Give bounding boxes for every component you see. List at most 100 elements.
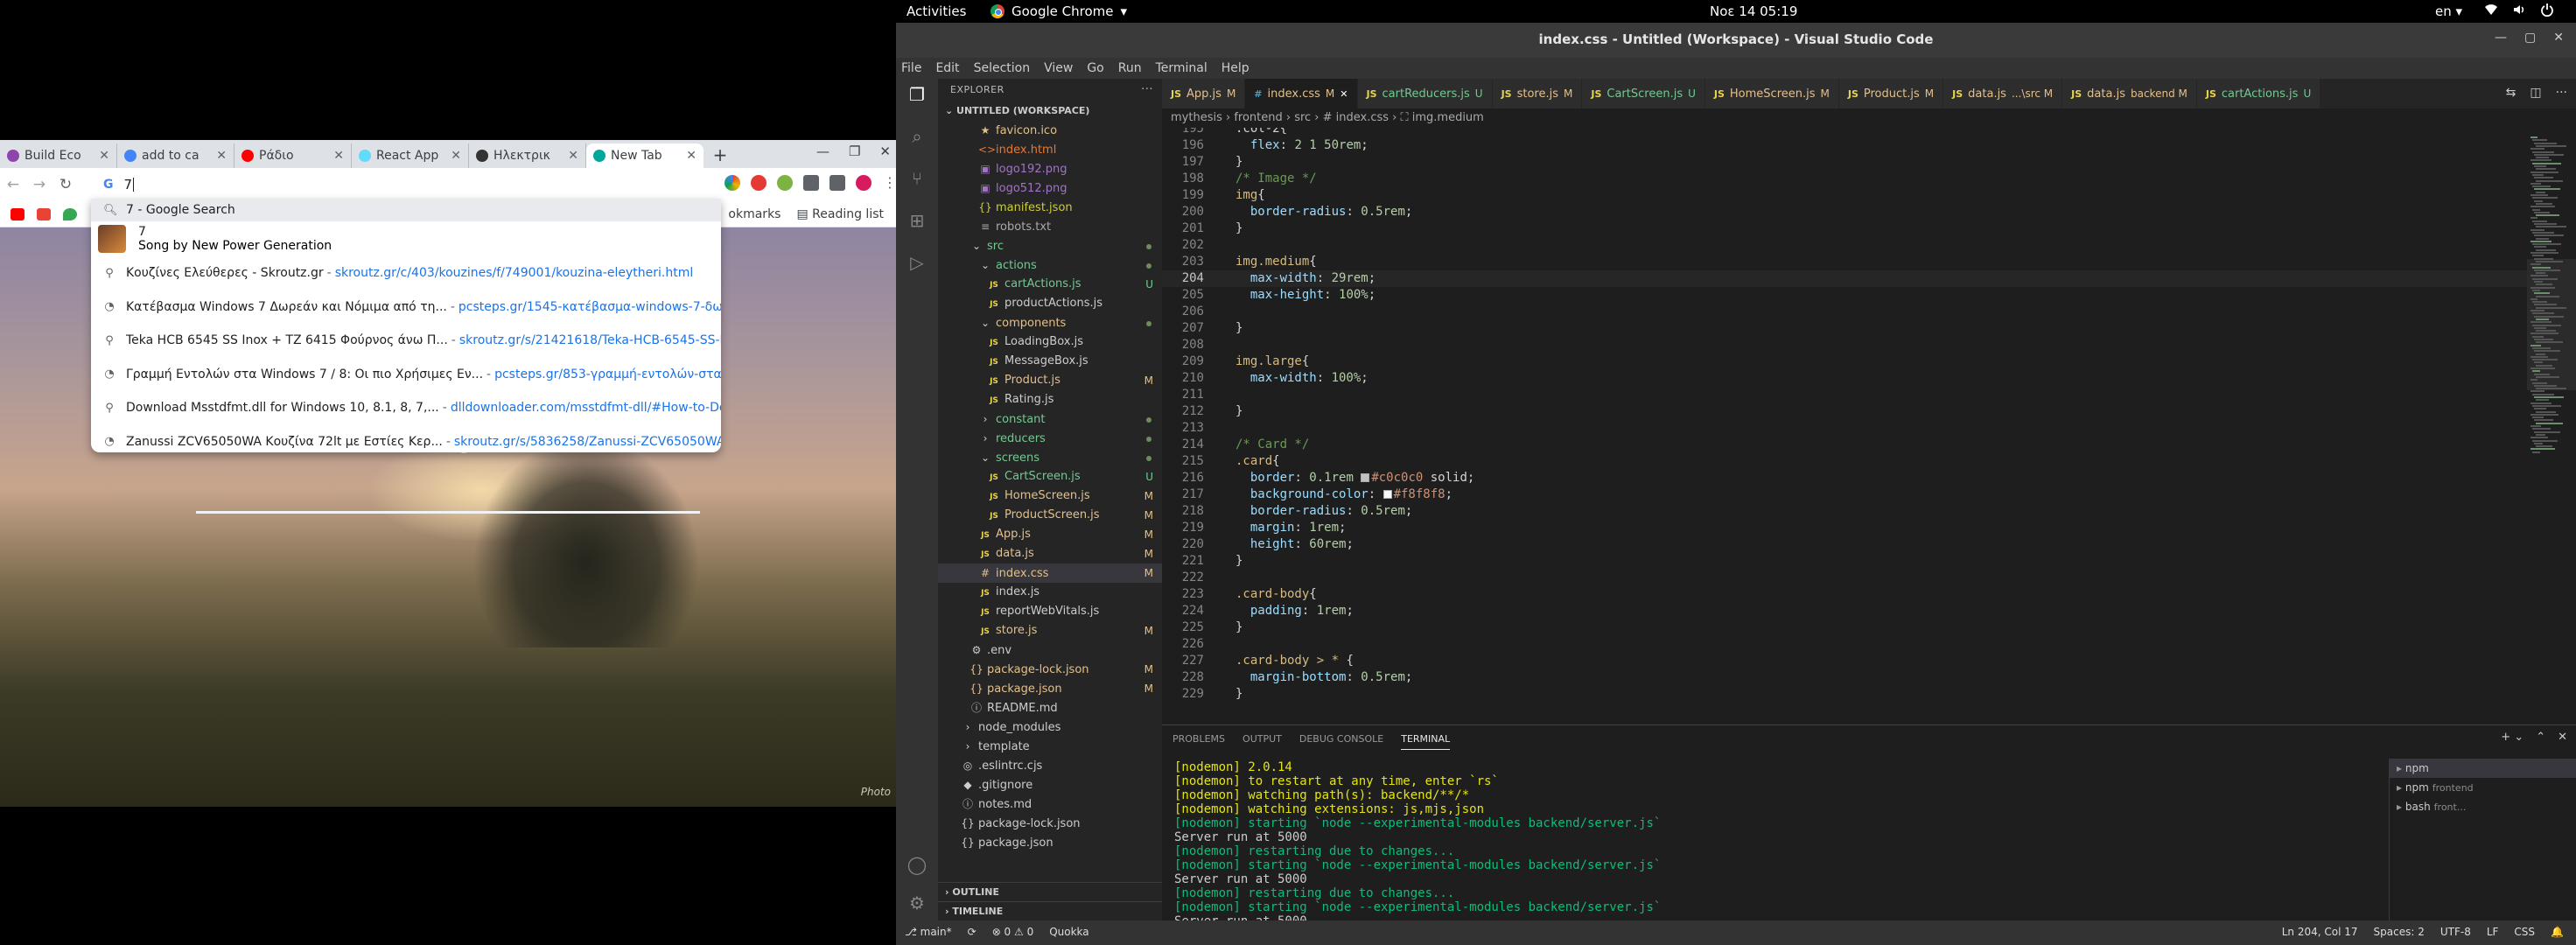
search-icon[interactable]: ⌕ xyxy=(906,126,928,147)
file-item[interactable]: {} package.json xyxy=(938,833,1162,852)
file-item[interactable]: JS Product.js M xyxy=(938,371,1162,390)
browser-tab[interactable]: Build Eco ✕ xyxy=(0,144,117,168)
file-item[interactable]: ◆ .gitignore xyxy=(938,775,1162,794)
file-item[interactable]: ★ favicon.ico xyxy=(938,121,1162,140)
suggestion-song[interactable]: 7 Song by New Power Generation xyxy=(91,221,721,256)
status-item[interactable]: UTF-8 xyxy=(2440,926,2471,938)
panel-tab-problems[interactable]: PROBLEMS xyxy=(1172,733,1225,745)
minimap[interactable] xyxy=(2527,128,2576,724)
file-item[interactable]: JS data.js M xyxy=(938,544,1162,564)
close-panel-icon[interactable]: ✕ xyxy=(2558,731,2567,744)
account-icon[interactable]: ◯ xyxy=(906,854,928,875)
terminal-instance[interactable]: ▸ npm xyxy=(2390,759,2576,778)
maps-icon[interactable] xyxy=(63,207,77,220)
menu-selection[interactable]: Selection xyxy=(974,61,1031,75)
file-item[interactable]: JS cartActions.js U xyxy=(938,275,1162,294)
folder-item[interactable]: ⌄ screens xyxy=(938,448,1162,467)
close-icon[interactable]: ✕ xyxy=(216,149,227,163)
editor-tab[interactable]: JS data.js ...\src M xyxy=(1943,79,2063,108)
kebab-menu-icon[interactable]: ⋮ xyxy=(882,175,896,191)
file-item[interactable]: JS reportWebVitals.js xyxy=(938,602,1162,621)
outline-section[interactable]: › OUTLINE xyxy=(938,882,1162,901)
browser-tab[interactable]: Ηλεκτρικ ✕ xyxy=(469,144,586,168)
status-item[interactable]: ⊗ 0 ⚠ 0 xyxy=(992,926,1034,938)
reading-list-icon[interactable] xyxy=(830,175,845,191)
browser-tab[interactable]: Ράδιο ✕ xyxy=(234,144,352,168)
terminal-output[interactable]: [nodemon] 2.0.14 [nodemon] to restart at … xyxy=(1174,760,2364,942)
file-item[interactable]: JS index.js xyxy=(938,583,1162,602)
extension-icon[interactable] xyxy=(724,175,740,191)
folder-item[interactable]: › reducers xyxy=(938,429,1162,448)
file-item[interactable]: ▣ logo512.png xyxy=(938,178,1162,198)
more-icon[interactable]: ··· xyxy=(1141,79,1153,102)
explorer-icon[interactable]: ❐ xyxy=(906,84,928,105)
file-item[interactable]: {} package-lock.json xyxy=(938,814,1162,833)
suggestion-search[interactable]: 🔍︎ 7 - Google Search xyxy=(91,199,721,221)
file-item[interactable]: JS HomeScreen.js M xyxy=(938,486,1162,506)
status-item[interactable]: ⎇ main* xyxy=(905,926,952,938)
file-item[interactable]: JS store.js M xyxy=(938,621,1162,640)
app-menu[interactable]: Google Chrome ▾ xyxy=(990,4,1127,19)
status-item[interactable]: Ln 204, Col 17 xyxy=(2282,926,2358,938)
browser-tab[interactable]: New Tab ✕ xyxy=(586,144,704,168)
reload-icon[interactable]: ↻ xyxy=(52,176,79,193)
file-item[interactable]: {} manifest.json xyxy=(938,198,1162,217)
editor-tab[interactable]: JS cartActions.js U xyxy=(2196,79,2321,108)
maximize-icon[interactable]: ❐ xyxy=(849,144,860,159)
file-item[interactable]: ◎ .eslintrc.cjs xyxy=(938,756,1162,775)
menu-view[interactable]: View xyxy=(1044,61,1073,75)
status-item[interactable]: Spaces: 2 xyxy=(2374,926,2425,938)
color-swatch[interactable] xyxy=(1382,490,1392,499)
menu-terminal[interactable]: Terminal xyxy=(1156,61,1208,75)
editor-tab[interactable]: JS data.js backend M xyxy=(2062,79,2197,108)
file-item[interactable]: JS CartScreen.js U xyxy=(938,467,1162,486)
file-item[interactable]: JS LoadingBox.js xyxy=(938,332,1162,352)
suggestion-row[interactable]: ◔ Κατέβασμα Windows 7 Δωρεάν και Νόμιμα α… xyxy=(91,290,721,325)
file-item[interactable]: ⚙ .env xyxy=(938,640,1162,660)
file-item[interactable]: ≡ robots.txt xyxy=(938,217,1162,236)
status-item[interactable]: Quokka xyxy=(1049,926,1088,938)
panel-tab-output[interactable]: OUTPUT xyxy=(1242,733,1282,745)
editor-tab[interactable]: JS store.js M xyxy=(1492,79,1583,108)
breadcrumb[interactable]: mythesis › frontend › src › # index.css … xyxy=(1162,108,2576,128)
file-item[interactable]: ⓘ README.md xyxy=(938,698,1162,718)
suggestion-row[interactable]: ⚲ Κουζίνες Ελεύθερες - Skroutz.gr - skroutz… xyxy=(91,256,721,290)
folder-item[interactable]: › constant xyxy=(938,410,1162,429)
browser-tab[interactable]: React App ✕ xyxy=(352,144,469,168)
status-item[interactable]: 🔔 xyxy=(2551,926,2564,938)
file-item[interactable]: ▣ logo192.png xyxy=(938,159,1162,178)
forward-icon[interactable]: → xyxy=(26,176,52,193)
suggestion-row[interactable]: ⚲ Download Msstdfmt.dll for Windows 10, 8… xyxy=(91,391,721,425)
panel-tab-terminal[interactable]: TERMINAL xyxy=(1401,733,1451,750)
close-icon[interactable]: ✕ xyxy=(99,149,109,163)
timeline-section[interactable]: › TIMELINE xyxy=(938,901,1162,920)
suggestion-row[interactable]: ◔ Zanussi ZCV65050WA Κουζίνα 72lt με Εστί… xyxy=(91,425,721,459)
menu-go[interactable]: Go xyxy=(1087,61,1103,75)
close-icon[interactable]: ✕ xyxy=(451,149,461,163)
activities-button[interactable]: Activities xyxy=(906,4,966,19)
status-item[interactable]: ⟳ xyxy=(968,926,976,938)
status-item[interactable]: CSS xyxy=(2514,926,2535,938)
reading-list-button[interactable]: ▤ Reading list xyxy=(796,207,884,221)
suggestion-row[interactable]: ◔ Γραμμή Εντολών στα Windows 7 / 8: Οι πι… xyxy=(91,358,721,392)
panel-tab-debug-console[interactable]: DEBUG CONSOLE xyxy=(1299,733,1383,745)
avatar[interactable] xyxy=(856,175,872,191)
terminal-instance[interactable]: ▸ bash front... xyxy=(2390,797,2576,816)
new-tab-button[interactable]: + xyxy=(709,144,732,167)
close-icon[interactable]: ✕ xyxy=(1340,88,1348,100)
editor-tab[interactable]: # index.css M ✕ xyxy=(1245,79,1358,108)
clock[interactable]: Νοε 14 05:19 xyxy=(1710,4,1797,19)
other-bookmarks[interactable]: okmarks xyxy=(728,207,780,221)
split-editor-icon[interactable]: ◫ xyxy=(2530,86,2541,100)
menu-edit[interactable]: Edit xyxy=(935,61,959,75)
file-item[interactable]: <>index.html xyxy=(938,140,1162,159)
gmail-icon[interactable] xyxy=(37,207,51,220)
extension-icon[interactable] xyxy=(751,175,766,191)
status-item[interactable]: LF xyxy=(2487,926,2499,938)
maximize-panel-icon[interactable]: ⌃ xyxy=(2536,731,2545,744)
file-item[interactable]: JS App.js M xyxy=(938,525,1162,544)
minimize-icon[interactable]: — xyxy=(2495,31,2507,45)
close-icon[interactable]: ✕ xyxy=(879,144,891,159)
puzzle-icon[interactable] xyxy=(803,175,819,191)
menu-run[interactable]: Run xyxy=(1118,61,1142,75)
